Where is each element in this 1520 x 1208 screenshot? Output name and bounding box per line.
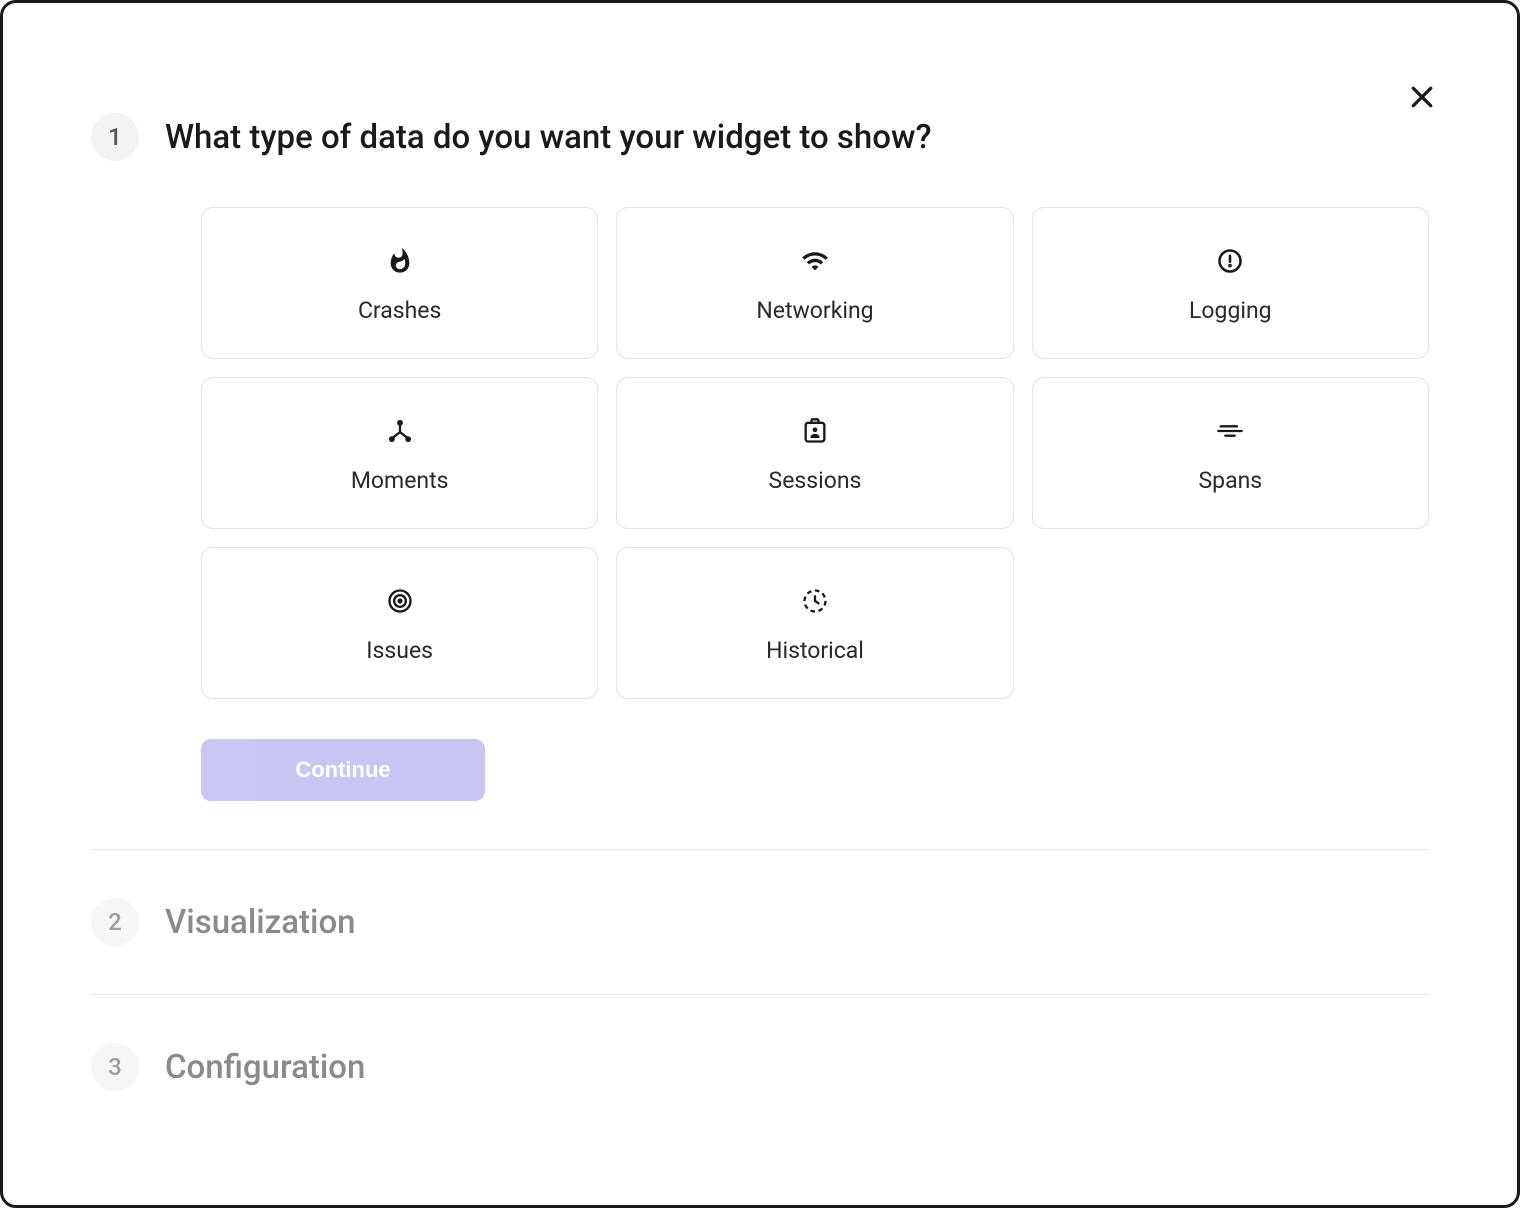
close-icon	[1407, 82, 1437, 115]
step-3-title: Configuration	[165, 1048, 365, 1087]
step-2-number: 2	[91, 898, 139, 946]
step-2-title: Visualization	[165, 903, 356, 942]
card-label: Networking	[756, 297, 873, 324]
close-button[interactable]	[1402, 78, 1442, 118]
data-type-cards: Crashes Networking Log	[201, 207, 1429, 699]
step-1-number: 1	[91, 113, 139, 161]
card-issues[interactable]: Issues	[201, 547, 598, 699]
card-label: Issues	[366, 637, 433, 664]
card-label: Sessions	[769, 467, 862, 494]
wizard-content: 1 What type of data do you want your wid…	[3, 3, 1517, 1091]
fire-icon	[386, 247, 414, 275]
spans-icon	[1216, 417, 1244, 445]
card-label: Historical	[766, 637, 864, 664]
card-networking[interactable]: Networking	[616, 207, 1013, 359]
step-2-section: 2 Visualization	[91, 898, 1429, 995]
continue-button[interactable]: Continue	[201, 739, 485, 801]
hub-icon	[386, 417, 414, 445]
card-crashes[interactable]: Crashes	[201, 207, 598, 359]
card-label: Crashes	[358, 297, 441, 324]
step-3-section: 3 Configuration	[91, 1043, 1429, 1091]
wifi-icon	[801, 247, 829, 275]
card-label: Spans	[1199, 467, 1263, 494]
step-3-header[interactable]: 3 Configuration	[91, 1043, 1429, 1091]
card-historical[interactable]: Historical	[616, 547, 1013, 699]
step-1-title: What type of data do you want your widge…	[165, 118, 932, 157]
target-icon	[386, 587, 414, 615]
card-label: Moments	[351, 467, 449, 494]
step-3-number: 3	[91, 1043, 139, 1091]
card-sessions[interactable]: Sessions	[616, 377, 1013, 529]
card-logging[interactable]: Logging	[1032, 207, 1429, 359]
card-label: Logging	[1189, 297, 1272, 324]
badge-icon	[801, 417, 829, 445]
step-1-header: 1 What type of data do you want your wid…	[91, 113, 1429, 161]
card-moments[interactable]: Moments	[201, 377, 598, 529]
step-1-section: 1 What type of data do you want your wid…	[91, 113, 1429, 850]
step-2-header[interactable]: 2 Visualization	[91, 898, 1429, 946]
history-icon	[801, 587, 829, 615]
card-spans[interactable]: Spans	[1032, 377, 1429, 529]
alert-icon	[1216, 247, 1244, 275]
